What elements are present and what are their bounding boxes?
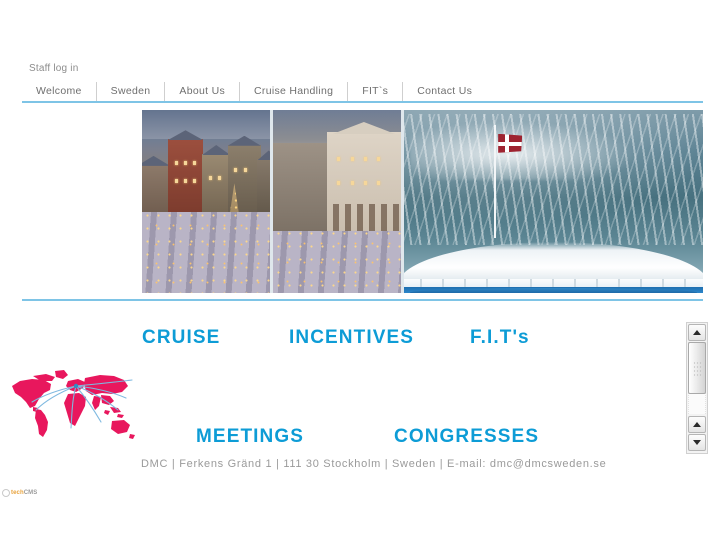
nav-item-fits[interactable]: FIT`s — [348, 82, 404, 101]
nav-item-sweden[interactable]: Sweden — [97, 82, 166, 101]
circle-g-icon — [2, 488, 10, 497]
navigation-divider — [22, 101, 703, 103]
banner-image-ship — [404, 110, 703, 293]
nav-item-cruise-handling[interactable]: Cruise Handling — [240, 82, 349, 101]
service-heading-congresses[interactable]: CONGRESSES — [394, 426, 539, 448]
service-heading-meetings[interactable]: MEETINGS — [196, 426, 304, 448]
scroll-down-button[interactable] — [688, 434, 706, 451]
staff-login-link[interactable]: Staff log in — [29, 63, 78, 74]
chevron-up-icon — [693, 422, 701, 427]
chevron-down-icon — [693, 440, 701, 445]
banner-divider — [22, 299, 703, 301]
scrollbar-grip-icon — [693, 361, 702, 377]
service-heading-cruise[interactable]: CRUISE — [142, 327, 220, 349]
banner-image-strip — [142, 110, 703, 293]
nav-item-welcome[interactable]: Welcome — [22, 82, 97, 101]
scroll-up-button-bottom[interactable] — [688, 416, 706, 433]
banner-image-palace — [273, 110, 401, 293]
service-heading-fits[interactable]: F.I.T's — [470, 327, 530, 349]
nav-item-about-us[interactable]: About Us — [165, 82, 241, 101]
cms-badge-tech: tech — [11, 489, 24, 496]
banner-image-oldtown — [142, 110, 270, 293]
world-map-graphic — [6, 366, 139, 442]
scrollbar-thumb[interactable] — [688, 342, 706, 394]
cms-badge-cms: CMS — [23, 489, 38, 496]
cms-badge[interactable]: tech CMS — [2, 487, 37, 498]
vertical-scrollbar[interactable] — [686, 322, 708, 454]
primary-navigation: Welcome Sweden About Us Cruise Handling … — [22, 82, 486, 101]
footer-contact-line: DMC | Ferkens Gränd 1 | 111 30 Stockholm… — [141, 458, 607, 470]
nav-item-contact-us[interactable]: Contact Us — [403, 82, 486, 101]
scroll-up-button-top[interactable] — [688, 324, 706, 341]
service-heading-incentives[interactable]: INCENTIVES — [289, 327, 414, 349]
chevron-up-icon — [693, 330, 701, 335]
